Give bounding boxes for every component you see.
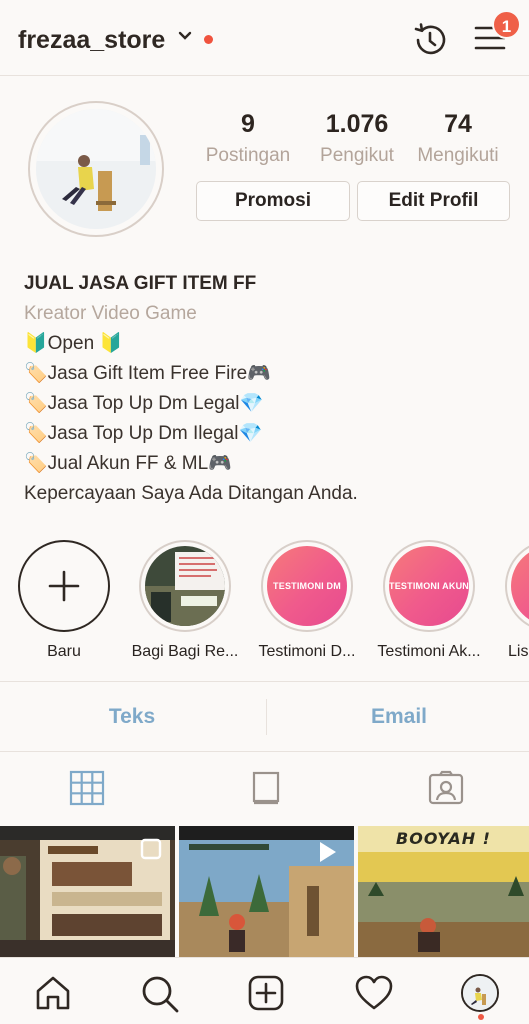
bio-name: JUAL JASA GIFT ITEM FF xyxy=(24,273,257,294)
highlight-cover: TESTIMONI DM FF xyxy=(267,546,347,626)
highlight-ring: TESTIMONI AKUN FF xyxy=(383,540,475,632)
posts-count: 9 xyxy=(241,110,255,138)
highlight-label: Testimoni D... xyxy=(258,643,356,660)
home-icon[interactable] xyxy=(34,974,72,1012)
highlight-list[interactable]: Lis xyxy=(492,540,529,661)
tagged-icon[interactable] xyxy=(428,770,464,806)
highlight-ring: TESTIMONI DM FF xyxy=(261,540,353,632)
followers-label: Pengikut xyxy=(320,145,394,166)
highlight-label: Baru xyxy=(47,643,81,660)
highlight-testimoni-dm[interactable]: TESTIMONI DM FF Testimoni D... xyxy=(248,540,366,661)
chevron-down-icon[interactable] xyxy=(178,31,192,41)
post-thumbnail[interactable] xyxy=(0,826,175,957)
highlight-cover-text: TESTIMONI AKUN FF xyxy=(389,581,469,591)
highlight-label: Testimoni Ak... xyxy=(377,643,481,660)
promote-button[interactable]: Promosi xyxy=(196,181,350,221)
stat-following[interactable]: 74 Mengikuti xyxy=(410,110,506,167)
bottom-navigation xyxy=(0,957,529,1024)
grid-icon[interactable] xyxy=(69,770,105,806)
history-icon[interactable] xyxy=(410,20,450,60)
profile-avatar[interactable] xyxy=(28,101,164,237)
profile-photo xyxy=(36,109,156,229)
highlight-cover: TESTIMONI AKUN FF xyxy=(389,546,469,626)
contact-row: Teks Email xyxy=(0,681,529,752)
notification-badge: 1 xyxy=(492,10,521,39)
posts-label: Postingan xyxy=(205,145,291,166)
highlight-label: Lis xyxy=(508,643,529,660)
highlight-ring xyxy=(139,540,231,632)
highlight-cover xyxy=(145,546,225,626)
stat-posts[interactable]: 9 Postingan xyxy=(198,110,298,167)
highlight-cover-text: TESTIMONI DM FF xyxy=(273,581,341,591)
stat-followers[interactable]: 1.076 Pengikut xyxy=(306,110,408,167)
bio-line: 🏷️Jasa Gift Item Free Fire🎮 xyxy=(24,363,271,384)
followers-count: 1.076 xyxy=(325,110,389,138)
search-icon[interactable] xyxy=(140,974,180,1014)
following-label: Mengikuti xyxy=(417,145,499,166)
highlight-bagi-bagi[interactable]: Bagi Bagi Re... xyxy=(126,540,244,661)
edit-profile-button[interactable]: Edit Profil xyxy=(357,181,510,221)
active-tab-dot xyxy=(478,1014,484,1020)
bio-line: Kepercayaan Saya Ada Ditangan Anda. xyxy=(24,483,358,504)
email-contact-button[interactable]: Email xyxy=(267,682,529,752)
top-bar: frezaa_store 1 xyxy=(0,0,529,76)
reels-tab-icon[interactable] xyxy=(250,770,282,806)
highlight-ring xyxy=(505,540,529,632)
following-count: 74 xyxy=(444,110,472,138)
bio-line: 🏷️Jual Akun FF & ML🎮 xyxy=(24,453,232,474)
bio-category: Kreator Video Game xyxy=(24,303,197,324)
post-grid: BOOYAH ! xyxy=(0,826,529,957)
bio-line: 🏷️Jasa Top Up Dm Legal💎 xyxy=(24,393,264,414)
bio-line: 🔰Open 🔰 xyxy=(24,333,124,354)
profile-bio: JUAL JASA GIFT ITEM FF Kreator Video Gam… xyxy=(24,273,514,509)
post-thumbnail[interactable]: BOOYAH ! xyxy=(358,826,529,957)
bio-line: 🏷️Jasa Top Up Dm Ilegal💎 xyxy=(24,423,263,444)
highlight-testimoni-akun[interactable]: TESTIMONI AKUN FF Testimoni Ak... xyxy=(370,540,488,661)
post-thumbnail[interactable] xyxy=(179,826,354,957)
highlight-new[interactable]: Baru xyxy=(5,540,123,661)
heart-icon[interactable] xyxy=(354,974,394,1012)
new-highlight-ring xyxy=(18,540,110,632)
highlight-label: Bagi Bagi Re... xyxy=(131,643,239,660)
account-notification-dot xyxy=(204,35,213,44)
plus-icon xyxy=(48,570,80,602)
account-username[interactable]: frezaa_store xyxy=(18,26,165,55)
new-post-icon[interactable] xyxy=(247,974,285,1012)
highlight-cover xyxy=(511,546,529,626)
profile-tab-avatar[interactable] xyxy=(461,974,499,1012)
profile-tabs xyxy=(0,752,529,822)
post-overlay-text: BOOYAH ! xyxy=(396,829,491,848)
text-contact-button[interactable]: Teks xyxy=(0,682,264,752)
